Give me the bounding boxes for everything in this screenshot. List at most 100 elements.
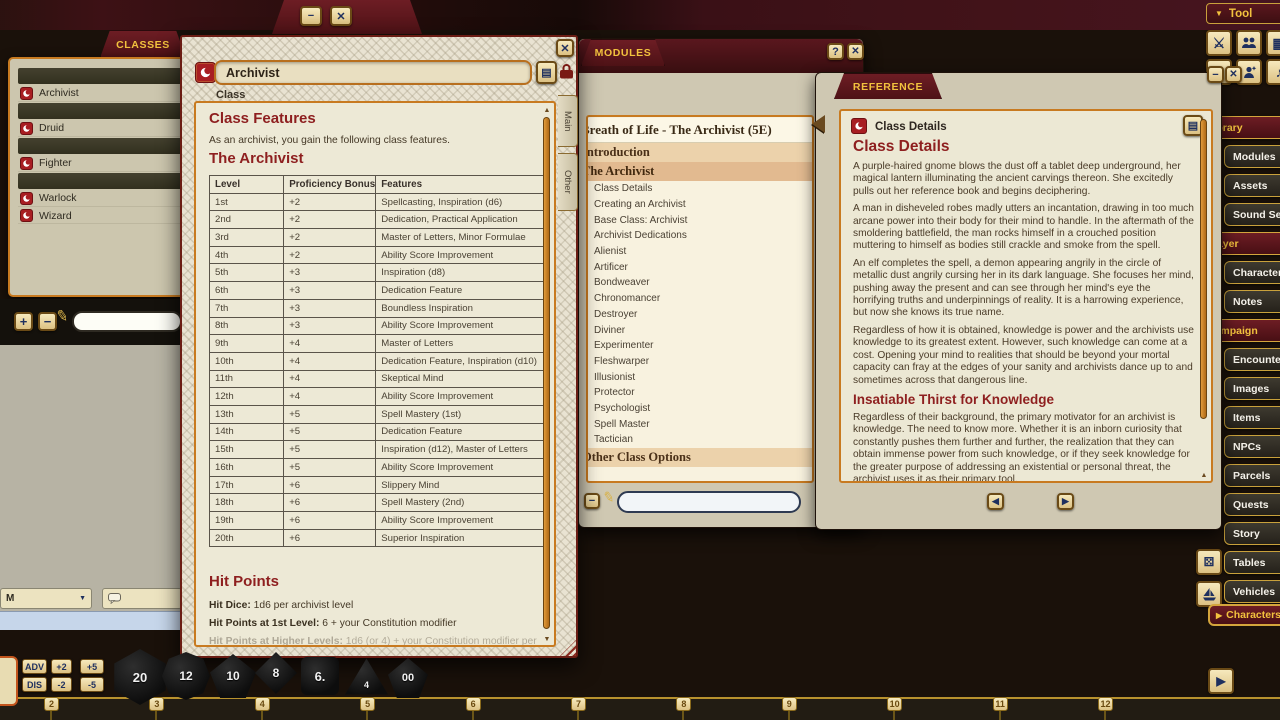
characters-button[interactable]: ▶ Characters [1208,604,1280,626]
sidebar-item[interactable]: Parcels [1224,464,1280,487]
module-tree-item[interactable]: Psychologist [588,401,812,417]
module-tree-item[interactable]: Protector [588,385,812,401]
sidebar-item[interactable]: Assets [1224,174,1280,197]
sidebar-item[interactable]: Modules [1224,145,1280,168]
filter-input[interactable] [72,311,182,332]
chat-mode-field[interactable] [102,588,182,609]
module-tree-item[interactable]: Fleshwarper [588,354,812,370]
module-tree-item[interactable]: Experimenter [588,338,812,354]
d4-die[interactable]: 4 [345,657,388,696]
close-button[interactable]: ✕ [847,43,864,60]
crossed-swords-icon[interactable]: ⚔ [1206,30,1232,56]
level-cell: 12th [210,388,284,406]
module-tree-item[interactable]: Archivist Dedications [588,228,812,244]
close-icon[interactable]: ✕ [330,6,352,26]
sidebar-item[interactable]: Items [1224,406,1280,429]
tool-menu[interactable]: ▼ Tool [1206,3,1280,24]
collapse-sidebar-icon[interactable] [812,115,825,133]
text-view-button[interactable]: ▤ [536,61,557,84]
plus-5-button[interactable]: +5 [80,659,104,674]
level-cell: 5th [210,264,284,282]
module-tree-item[interactable]: Chronomancer [588,291,812,307]
plus-2-button[interactable]: +2 [51,659,72,674]
sidebar-item[interactable]: NPCs [1224,435,1280,458]
next-page-button[interactable]: ▶ [1057,493,1074,510]
sidebar-item[interactable]: Characters [1224,261,1280,284]
module-tree-item[interactable]: Artificer [588,259,812,275]
d100-die[interactable]: 00 [388,658,428,698]
list-item-label: Archivist [39,87,79,99]
features-cell: Slippery Mind [376,476,547,494]
module-title-row[interactable]: Breath of Life - The Archivist (5E) [586,118,812,143]
previous-page-button[interactable]: ◀ [987,493,1004,510]
module-tree-item[interactable]: Creating an Archivist [588,197,812,213]
sidebar-item[interactable]: Images [1224,377,1280,400]
reference-scrollbar[interactable]: ▲ [1200,115,1208,479]
group-icon[interactable] [1236,30,1262,56]
dice-pair-icon[interactable]: ⚄ [1196,549,1222,575]
module-tree-item[interactable]: Other Class Options [586,448,812,467]
disadvantage-button[interactable]: DIS [22,677,47,692]
d10-die[interactable]: 10 [210,654,256,698]
minimize-icon[interactable]: − [300,6,322,26]
calendar-icon[interactable]: ▦ [1266,30,1280,56]
module-tree-item[interactable]: Introduction [586,143,812,162]
sidebar-item[interactable]: Tables [1224,551,1280,574]
d6-die[interactable]: 6. [301,657,339,695]
module-tree-item[interactable]: Illusionist [588,369,812,385]
play-button[interactable]: ▶ [1208,668,1234,694]
minimize-button[interactable]: − [1207,66,1224,83]
sidebar-item[interactable]: Sound Sets [1224,203,1280,226]
module-tree-item[interactable]: Tactician [588,432,812,448]
table-row: 17th +6 Slippery Mind [210,476,547,494]
module-tree-item[interactable]: Destroyer [588,307,812,323]
characters-button-label: Characters [1226,609,1280,621]
sidebar-item[interactable]: Notes [1224,290,1280,313]
module-tree-item[interactable]: Spell Master [588,416,812,432]
module-tree-item[interactable]: The Archivist [586,162,812,181]
tab-classes[interactable]: Classes [100,30,186,58]
help-button[interactable]: ? [827,43,844,60]
chat-entry-bar[interactable] [0,611,182,630]
advantage-button[interactable]: ADV [22,659,47,674]
scroll-down-icon[interactable]: ▲ [1200,472,1208,479]
tab-modules[interactable]: Modules [581,39,665,66]
d8-die[interactable]: 8 [255,652,297,694]
minus-5-button[interactable]: -5 [80,677,104,692]
sidebar-item[interactable]: Quests [1224,493,1280,516]
chat-identity-dropdown[interactable]: M ▼ [0,588,92,609]
sidebar-item[interactable]: Vehicles [1224,580,1280,603]
close-button[interactable]: ✕ [1225,66,1242,83]
proficiency-cell: +3 [284,299,376,317]
module-tree-item[interactable]: Class Details [588,181,812,197]
content-scrollbar[interactable]: ▲ ▼ [543,107,551,643]
add-button[interactable]: + [14,312,33,331]
module-tree-item[interactable]: Diviner [588,322,812,338]
module-tree-item[interactable]: Alienist [588,244,812,260]
scroll-up-icon[interactable]: ▲ [543,107,551,114]
reference-window: Reference − ✕ Class Details ▤ Class Deta… [815,72,1222,530]
close-button[interactable]: ✕ [556,39,574,57]
music-note-icon[interactable]: ♪ [1266,59,1280,85]
scroll-down-icon[interactable]: ▼ [543,636,551,643]
level-cell: 18th [210,494,284,512]
module-tree-item[interactable]: Base Class: Archivist [588,212,812,228]
resize-handle[interactable] [560,640,576,656]
modifier-stack-box[interactable] [0,656,18,706]
sidebar-item[interactable]: Story [1224,522,1280,545]
features-cell: Inspiration (d12), Master of Letters [376,441,547,459]
lock-icon[interactable] [560,63,573,84]
slot-number-badge: 4 [255,697,270,711]
tab-reference[interactable]: Reference [834,73,942,99]
minus-2-button[interactable]: -2 [51,677,72,692]
d12-die[interactable]: 12 [162,652,210,700]
tab-other[interactable]: Other [558,153,578,211]
level-cell: 19th [210,512,284,530]
module-tree-item[interactable]: Bondweaver [588,275,812,291]
collapse-button[interactable]: − [584,493,600,509]
class-name-field[interactable]: Archivist [214,60,532,85]
tab-main[interactable]: Main [558,95,578,147]
class-features-panel: Class Features As an archivist, you gain… [194,101,556,647]
module-search-input[interactable] [617,491,801,513]
sidebar-item[interactable]: Encounters [1224,348,1280,371]
